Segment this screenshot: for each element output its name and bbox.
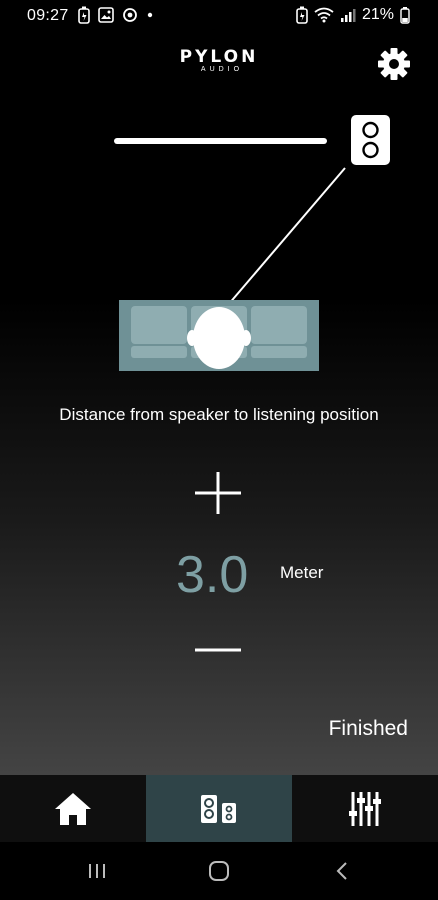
tab-speakers[interactable] bbox=[146, 775, 292, 842]
speaker-icon bbox=[351, 115, 390, 165]
recents-button[interactable] bbox=[77, 856, 117, 886]
status-bar: 09:27 21% bbox=[0, 0, 438, 34]
gear-icon[interactable] bbox=[376, 46, 412, 82]
status-left-icons bbox=[78, 6, 154, 24]
tab-bar bbox=[0, 775, 438, 842]
recents-icon bbox=[89, 864, 105, 878]
distance-unit: Meter bbox=[280, 563, 324, 582]
battery-percent: 21% bbox=[361, 6, 394, 23]
plus-icon[interactable] bbox=[190, 468, 246, 518]
instruction-text: Distance from speaker to listening posit… bbox=[59, 405, 379, 424]
equalizer-icon bbox=[349, 791, 381, 826]
gallery-icon bbox=[98, 7, 114, 23]
status-time: 09:27 bbox=[27, 7, 69, 24]
speakers-icon bbox=[201, 794, 236, 823]
wifi-icon bbox=[314, 7, 334, 23]
app-screen: 09:27 21% PYLON AUDIO Distance from spea… bbox=[0, 0, 438, 775]
battery-icon bbox=[400, 7, 410, 24]
back-button[interactable] bbox=[322, 856, 362, 886]
finished-button[interactable]: Finished bbox=[329, 717, 408, 741]
distance-line bbox=[221, 167, 346, 313]
dot-icon bbox=[147, 12, 153, 18]
minus-icon[interactable] bbox=[190, 630, 246, 670]
battery-saver-icon bbox=[296, 6, 308, 24]
brand-logo: PYLON AUDIO bbox=[0, 48, 438, 74]
status-right-icons: 21% bbox=[296, 6, 410, 24]
home-nav-button[interactable] bbox=[199, 856, 239, 886]
system-nav-bar bbox=[0, 842, 438, 900]
listening-diagram bbox=[114, 115, 390, 371]
distance-value: 3.0 bbox=[176, 546, 249, 604]
sync-icon bbox=[123, 8, 137, 22]
signal-icon bbox=[340, 9, 356, 22]
home-icon bbox=[55, 792, 91, 825]
brand-name: PYLON bbox=[179, 47, 259, 67]
battery-saver-icon bbox=[78, 6, 90, 24]
nav-home-icon bbox=[209, 861, 229, 881]
tab-equalizer[interactable] bbox=[292, 775, 438, 842]
back-icon bbox=[336, 862, 347, 880]
brand-sub: AUDIO bbox=[200, 66, 244, 73]
tab-home[interactable] bbox=[0, 775, 146, 842]
